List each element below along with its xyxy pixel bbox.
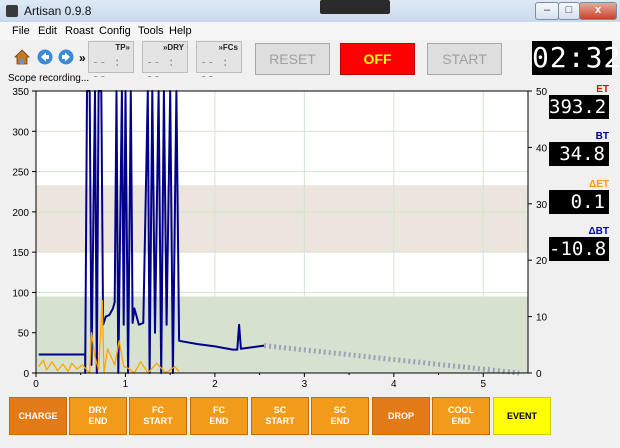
x-tick-label: 2 — [212, 379, 218, 390]
x-tick-label: 0 — [33, 379, 39, 390]
close-button[interactable]: x — [579, 2, 617, 20]
dry-lcd: »DRY -- : -- — [142, 41, 188, 83]
et-readout: 393.2 — [549, 95, 609, 119]
fc-start-button[interactable]: FC START — [129, 397, 187, 435]
y-left-tick-label: 50 — [18, 329, 30, 340]
bt-readout: 34.8 — [549, 142, 609, 166]
y-right-tick-label: 40 — [536, 143, 548, 154]
sc-start-button[interactable]: SC START — [251, 397, 309, 435]
start-button[interactable]: START — [427, 43, 502, 75]
fc-end-button[interactable]: FC END — [190, 397, 248, 435]
fcs-label: »FCs — [218, 43, 238, 52]
menu-tools[interactable]: Tools — [138, 25, 164, 37]
bt-label: BT — [595, 131, 609, 142]
sc-end-button[interactable]: SC END — [311, 397, 369, 435]
dry-value: -- : -- — [146, 55, 175, 83]
back-arrow-icon[interactable] — [37, 49, 53, 65]
x-tick-label: 4 — [391, 379, 397, 390]
fcs-value: -- : -- — [200, 55, 229, 83]
app-icon — [6, 5, 18, 17]
maximize-button[interactable]: □ — [558, 2, 580, 20]
x-tick-label: 1 — [123, 379, 129, 390]
reset-button[interactable]: RESET — [255, 43, 330, 75]
cool-end-button[interactable]: COOL END — [432, 397, 490, 435]
title-bar: Artisan 0.9.8 – □ x — [0, 0, 620, 23]
menu-help[interactable]: Help — [169, 25, 192, 37]
delta-et-readout: 0.1 — [549, 190, 609, 214]
tp-value: -- : -- — [92, 55, 121, 83]
roast-timer: 02:32 — [532, 41, 620, 75]
x-tick-label: 5 — [480, 379, 486, 390]
menu-file[interactable]: File — [12, 25, 30, 37]
charge-button[interactable]: CHARGE — [9, 397, 67, 435]
roast-chart[interactable]: 0 1 2 3 4 505010015020025030035001020304050 — [0, 82, 560, 392]
dry-label: »DRY — [162, 43, 184, 52]
more-icon[interactable]: » — [79, 51, 86, 65]
y-left-tick-label: 150 — [12, 248, 29, 259]
y-left-tick-label: 350 — [12, 87, 29, 98]
event-button[interactable]: EVENT — [493, 397, 551, 435]
phase-band — [36, 185, 528, 253]
y-right-tick-label: 50 — [536, 87, 548, 98]
y-right-tick-label: 0 — [536, 369, 542, 380]
fcs-lcd: »FCs -- : -- — [196, 41, 242, 83]
y-left-tick-label: 200 — [12, 208, 29, 219]
y-left-tick-label: 250 — [12, 168, 29, 179]
dry-end-button[interactable]: DRY END — [69, 397, 127, 435]
delta-bt-label: ΔBT — [588, 226, 609, 237]
tp-label: TP» — [115, 43, 130, 52]
y-left-tick-label: 100 — [12, 288, 29, 299]
home-icon[interactable] — [14, 49, 30, 65]
delta-et-label: ΔET — [589, 179, 609, 190]
redacted-area — [320, 0, 390, 14]
y-left-tick-label: 0 — [23, 369, 29, 380]
forward-arrow-icon[interactable] — [58, 49, 74, 65]
y-right-tick-label: 20 — [536, 256, 548, 267]
menu-edit[interactable]: Edit — [38, 25, 57, 37]
menu-bar: File Edit Roast Config Tools Help — [0, 22, 620, 40]
phase-band — [36, 296, 528, 373]
window-title: Artisan 0.9.8 — [24, 4, 92, 18]
y-left-tick-label: 300 — [12, 127, 29, 138]
y-right-tick-label: 10 — [536, 313, 548, 324]
delta-bt-readout: -10.8 — [549, 237, 609, 261]
menu-roast[interactable]: Roast — [65, 25, 94, 37]
minimize-button[interactable]: – — [535, 2, 559, 20]
off-button[interactable]: OFF — [340, 43, 415, 75]
drop-button[interactable]: DROP — [372, 397, 430, 435]
menu-config[interactable]: Config — [99, 25, 131, 37]
tp-lcd: TP» -- : -- — [88, 41, 134, 83]
y-right-tick-label: 30 — [536, 200, 548, 211]
et-label: ET — [596, 84, 609, 95]
x-tick-label: 3 — [302, 379, 308, 390]
